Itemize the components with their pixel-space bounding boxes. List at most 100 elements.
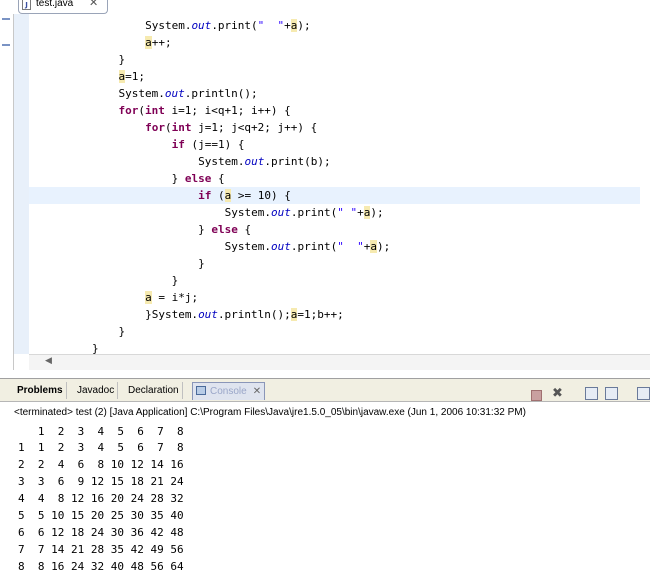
console-output[interactable]: 1 2 3 4 5 6 7 8 1 1 2 3 4 5 6 7 8 2 2 4 … <box>18 423 650 573</box>
code-token: } <box>171 172 185 185</box>
code-line[interactable]: } <box>29 51 650 68</box>
code-token: = i*j; <box>151 291 199 304</box>
editor-tab-bar: J test.java ✕ <box>0 0 650 14</box>
remove-launches-icon[interactable]: ✖ <box>551 387 564 400</box>
output-line: 7 7 14 21 28 35 42 49 56 <box>18 543 184 556</box>
terminate-icon[interactable] <box>531 390 542 401</box>
code-token: out <box>270 240 291 253</box>
code-token: int <box>145 104 165 117</box>
tab-javadoc[interactable]: Javadoc <box>74 382 119 399</box>
code-line[interactable]: System.out.print(" "+a); <box>29 17 650 34</box>
code-line[interactable]: System.out.print(" "+a); <box>29 204 650 221</box>
horizontal-scrollbar[interactable]: ◀ <box>29 354 650 370</box>
code-token: out <box>164 87 185 100</box>
code-token: .println(); <box>217 308 291 321</box>
code-token: ); <box>370 206 384 219</box>
code-line[interactable]: } else { <box>29 221 650 238</box>
code-line[interactable]: } else { <box>29 170 650 187</box>
code-token: out <box>244 155 265 168</box>
code-token: ); <box>297 19 311 32</box>
code-token: } <box>198 257 205 270</box>
view-tab-bar: Problems Javadoc Declaration Console ✕ ✖ <box>0 378 650 402</box>
output-line: 1 1 2 3 4 5 6 7 8 <box>18 441 184 454</box>
code-token: out <box>198 308 218 321</box>
code-token: } <box>118 325 126 338</box>
code-line[interactable]: for(int j=1; j<q+2; j++) { <box>29 119 650 136</box>
code-token: else <box>211 223 238 236</box>
code-token: + <box>284 19 291 32</box>
code-token: System. <box>224 206 271 219</box>
code-line[interactable]: if (a >= 10) { <box>29 187 650 204</box>
output-line: 6 6 12 18 24 30 36 42 48 <box>18 526 184 539</box>
code-line[interactable]: for(int i=1; i<q+1; i++) { <box>29 102 650 119</box>
output-line: 4 4 8 12 16 20 24 28 32 <box>18 492 184 505</box>
code-token: }System. <box>145 308 199 321</box>
code-line[interactable]: System.out.print(" "+a); <box>29 238 650 255</box>
code-token: a <box>145 291 152 304</box>
code-token: if <box>171 138 185 151</box>
marker-icon <box>2 44 10 46</box>
code-line[interactable]: System.out.print(b); <box>29 153 650 170</box>
code-token: =1; <box>125 70 146 83</box>
code-token: .print( <box>211 19 258 32</box>
code-token: (j==1) { <box>184 138 245 151</box>
code-token: { <box>211 172 225 185</box>
output-line: 3 3 6 9 12 15 18 21 24 <box>18 475 184 488</box>
tab-declaration[interactable]: Declaration <box>125 382 183 399</box>
scroll-left-arrow-icon[interactable]: ◀ <box>45 356 52 366</box>
code-line[interactable]: a++; <box>29 34 650 51</box>
code-line[interactable]: } <box>29 272 650 289</box>
pin-console-icon[interactable] <box>637 387 650 400</box>
console-status-line: <terminated> test (2) [Java Application]… <box>0 404 650 421</box>
code-token: System. <box>198 155 245 168</box>
code-token: else <box>184 172 212 185</box>
code-token: for <box>118 104 139 117</box>
code-line[interactable]: a = i*j; <box>29 289 650 306</box>
code-token: a <box>370 240 377 253</box>
code-token: .println(); <box>184 87 258 100</box>
close-icon[interactable]: ✕ <box>253 386 261 397</box>
code-token: .print( <box>290 240 338 253</box>
code-token: ); <box>376 240 391 253</box>
code-line[interactable]: a=1; <box>29 68 650 85</box>
tab-console-label: Console <box>210 386 247 397</box>
code-line[interactable]: System.out.println(); <box>29 85 650 102</box>
code-token: .print( <box>290 206 338 219</box>
code-area[interactable]: System.out.print(" "+a); a++;} a=1; System.… <box>29 14 650 355</box>
close-icon[interactable]: ✕ <box>89 0 98 9</box>
vertical-ruler <box>14 14 29 354</box>
code-token: out <box>270 206 291 219</box>
editor-left-margin <box>0 14 14 370</box>
java-file-icon: J <box>22 0 31 10</box>
code-token: i=1; i<q+1; i++) { <box>164 104 291 117</box>
clear-console-icon[interactable] <box>585 387 598 400</box>
code-line[interactable]: } <box>29 255 650 272</box>
code-token: ++; <box>151 36 172 49</box>
code-token: =1;b++; <box>297 308 344 321</box>
editor-tab-test-java[interactable]: J test.java ✕ <box>18 0 108 14</box>
code-token: } <box>198 223 212 236</box>
java-editor[interactable]: J test.java ✕ System.out.print(" "+a); a+… <box>0 0 650 370</box>
console-view: Problems Javadoc Declaration Console ✕ ✖ … <box>0 370 650 573</box>
code-token: if <box>198 189 212 202</box>
code-token: " " <box>257 19 285 32</box>
output-line: 5 5 10 15 20 25 30 35 40 <box>18 509 184 522</box>
code-line[interactable]: if (j==1) { <box>29 136 650 153</box>
code-token: " " <box>337 206 358 219</box>
scroll-lock-icon[interactable] <box>605 387 618 400</box>
code-token: System. <box>145 19 192 32</box>
code-token: .print(b); <box>264 155 331 168</box>
output-line: 2 2 4 6 8 10 12 14 16 <box>18 458 184 471</box>
output-line: 8 8 16 24 32 40 48 56 64 <box>18 560 184 573</box>
code-token: } <box>118 53 126 66</box>
code-token: System. <box>224 240 271 253</box>
code-token: } <box>171 274 179 287</box>
tab-problems[interactable]: Problems <box>14 382 67 399</box>
code-token: " " <box>337 240 364 253</box>
editor-tab-label: test.java <box>36 0 74 9</box>
code-token: for <box>145 121 165 134</box>
code-line[interactable]: }System.out.println();a=1;b++; <box>29 306 650 323</box>
tab-console[interactable]: Console ✕ <box>192 382 266 400</box>
code-line[interactable]: } <box>29 323 650 340</box>
code-token: a <box>145 36 152 49</box>
